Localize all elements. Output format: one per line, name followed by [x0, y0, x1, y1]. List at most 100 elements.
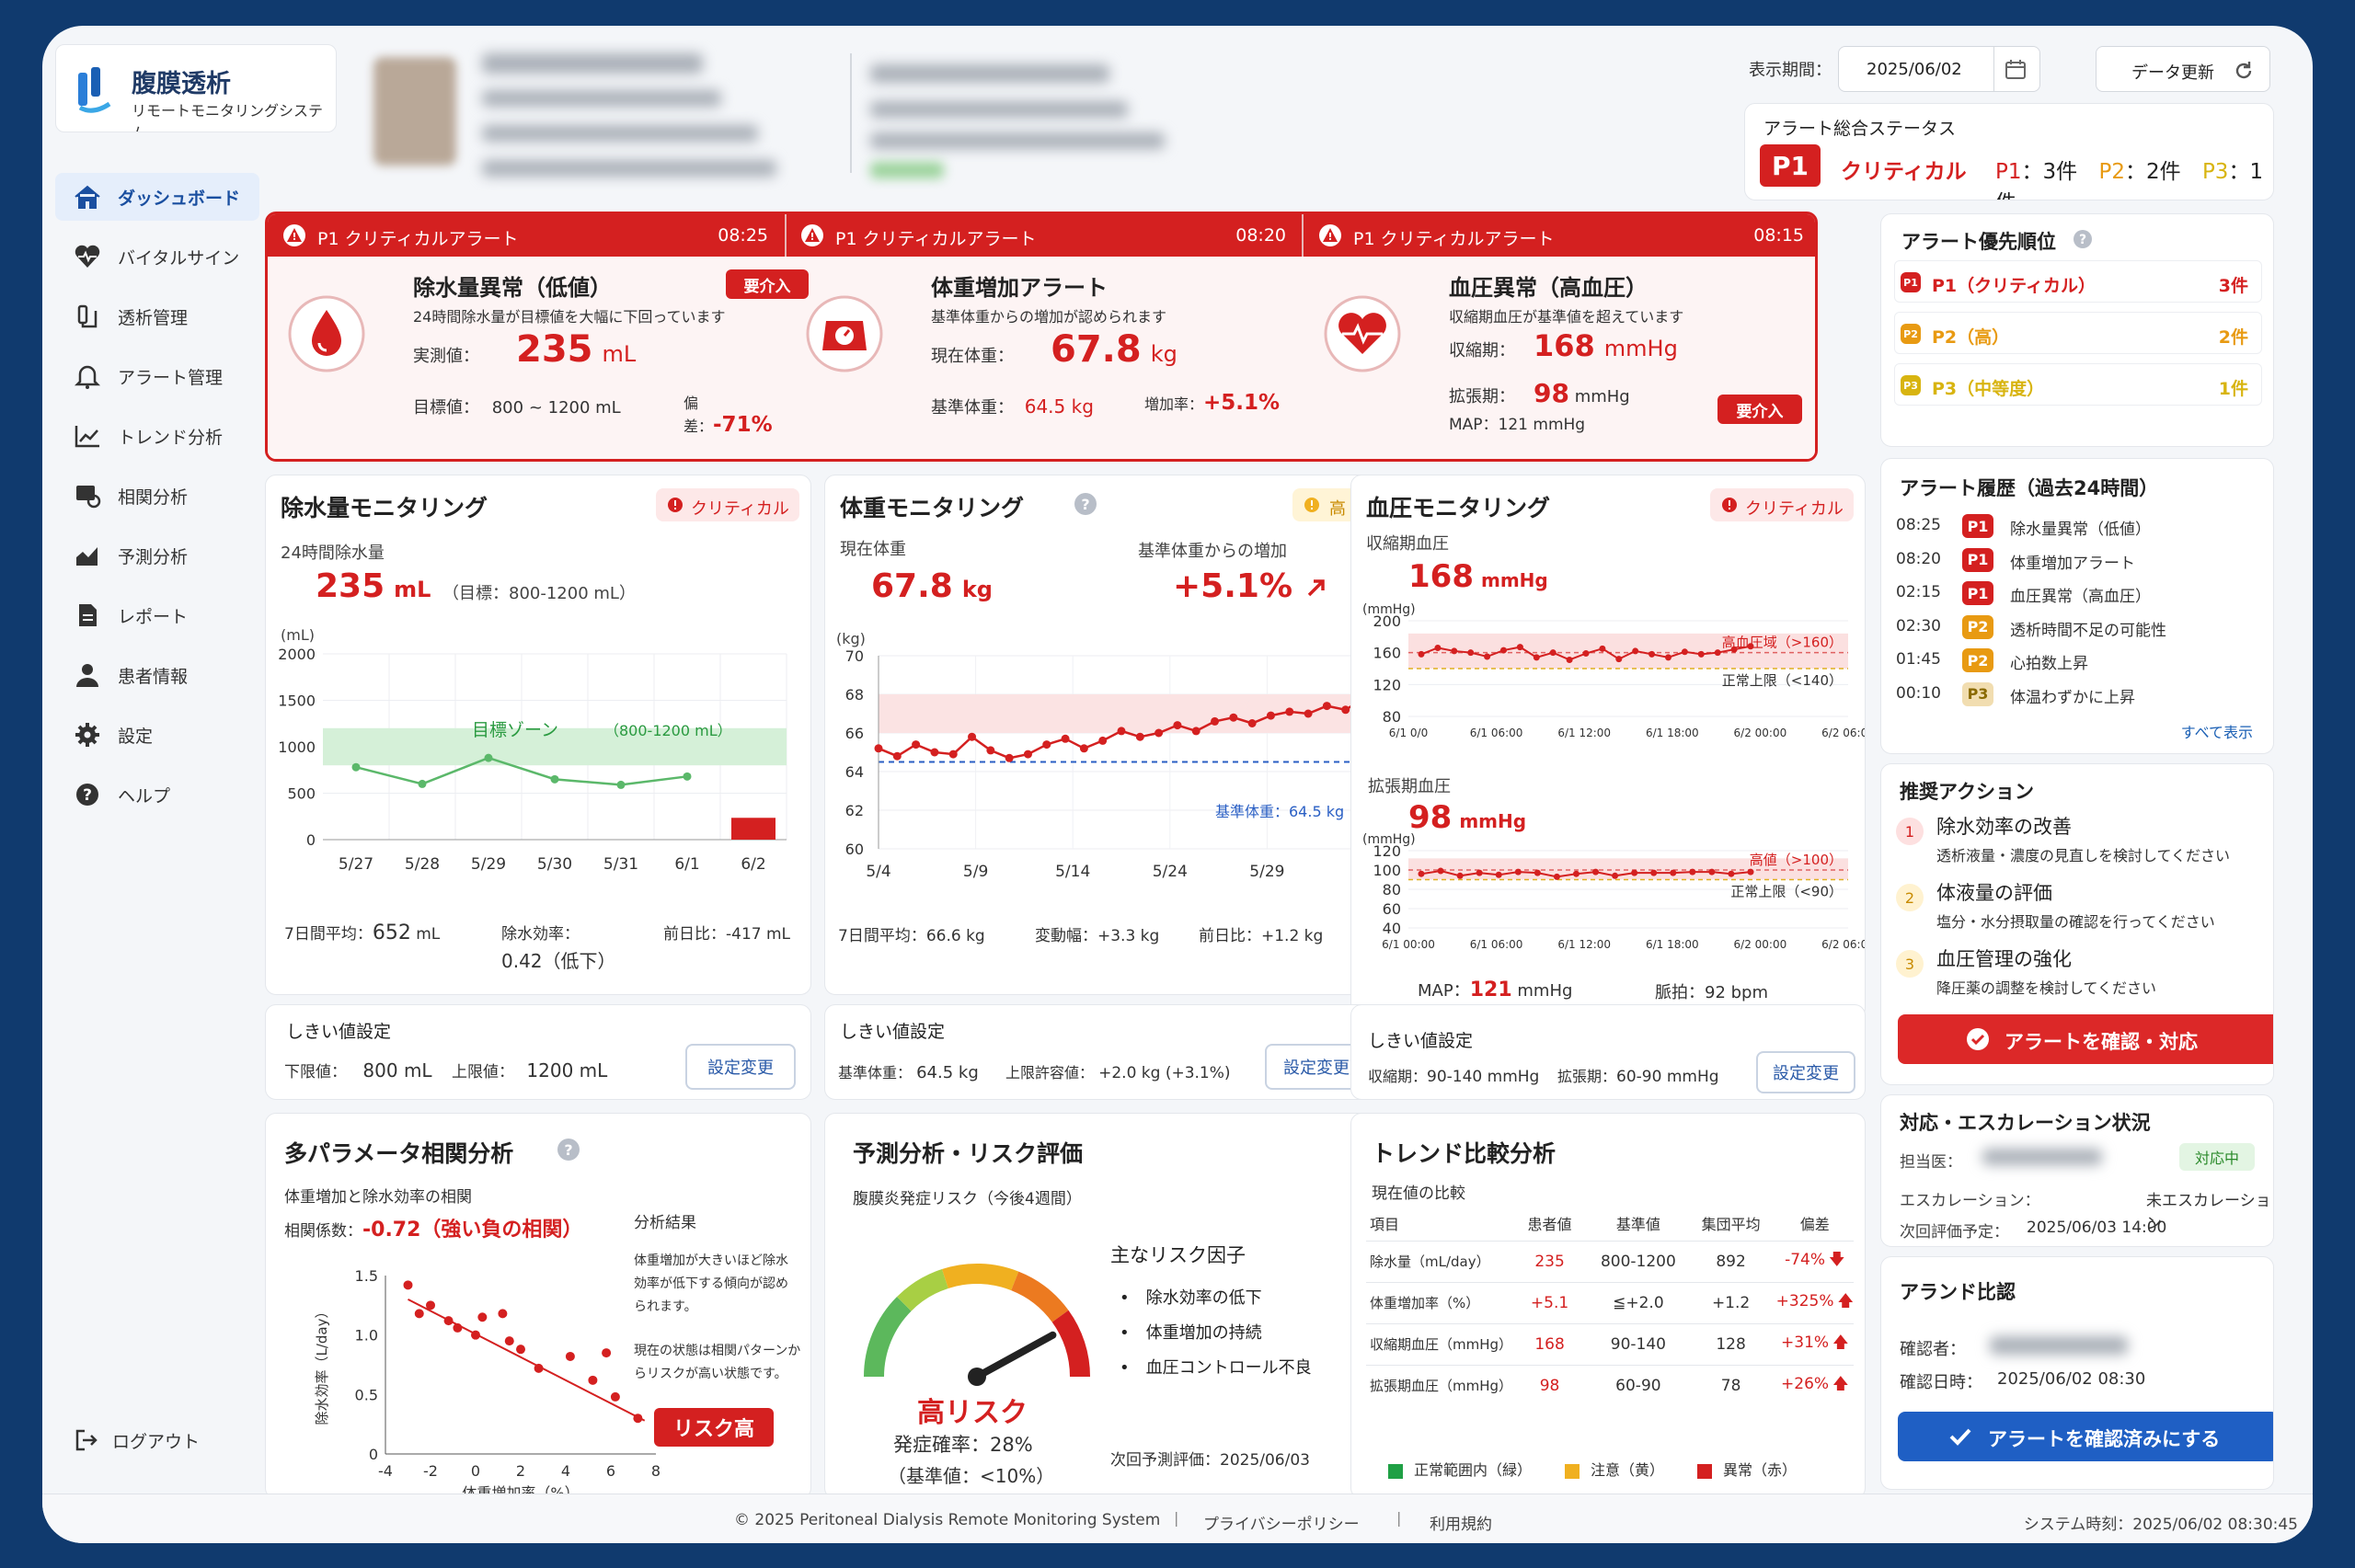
history-row[interactable]: 08:25 P1 除水量異常（低値） [1896, 512, 2260, 540]
sidebar-item-report[interactable]: レポート [55, 591, 259, 639]
priority-row[interactable]: P2 P2（高） 2件 [1894, 312, 2262, 354]
mark-confirmed-button[interactable]: アラートを確認済みにする [1898, 1412, 2273, 1461]
confirm-respond-button[interactable]: アラートを確認・対応 [1898, 1014, 2273, 1064]
weight-avg: 7日間平均：66.6 kg [838, 927, 985, 945]
escalation-status-badge: 対応中 [2179, 1143, 2255, 1171]
action-desc: 透析液量・濃度の見直しを検討してください [1936, 847, 2231, 864]
bp-diastolic-chart: (mmHg)406080100120 高値（>100）正常上限（<90）6/1 0… [1362, 832, 1865, 951]
trend-cell: 78 [1720, 1376, 1741, 1395]
show-all-link[interactable]: すべて表示 [2181, 720, 2253, 742]
y-tick-label: 60 [845, 841, 864, 858]
sidebar-item-vitals[interactable]: バイタルサイン [55, 233, 259, 280]
sidebar-item-help[interactable]: ? ヘルプ [55, 771, 259, 818]
gear-icon [75, 723, 99, 747]
trend-row: 拡張期血圧（mmHg） 98 60-90 78 +26% 🡅 [1366, 1365, 1854, 1406]
gauge-hub [968, 1368, 986, 1386]
sidebar-item-dialysis[interactable]: 透析管理 [55, 292, 259, 340]
check-icon [1949, 1428, 1971, 1446]
period-picker[interactable]: 2025/06/02 [1838, 46, 2040, 92]
scatter-point [504, 1336, 514, 1346]
calendar-icon [2005, 60, 2026, 79]
sidebar-item-settings[interactable]: 設定 [55, 711, 259, 759]
threshold-title: しきい値設定 [840, 1022, 946, 1042]
risk-factor-item: • 体重増加の持続 [1120, 1323, 1262, 1343]
alert-history-card: アラート履歴（過去24時間） 08:25 P1 除水量異常（低値） 08:20 P1 体重… [1880, 458, 2274, 754]
sidebar-item-forecast[interactable]: 予測分析 [55, 532, 259, 579]
weight-point [1098, 736, 1108, 745]
bp-point [1451, 647, 1458, 655]
history-row[interactable]: 00:10 P3 体温わずかに上昇 [1896, 681, 2260, 708]
risk-base: （基準値：<10%） [888, 1465, 1055, 1487]
weight-monitoring-card: 体重モニタリング ? 高 現在体重 67.8 kg 基準体重からの増加 +5.1%… [824, 475, 1380, 995]
corr-coef: 相関係数：-0.72（強い負の相関） [284, 1219, 583, 1242]
bp-point [1514, 868, 1522, 876]
bp-point [1484, 653, 1491, 660]
confirmation-card: アランド比認 確認者： 確認日時： 2025/06/02 08:30 アラートを… [1880, 1256, 2274, 1490]
corr-title: 多パラメータ相関分析 [284, 1140, 514, 1167]
y-tick-label: 64 [845, 763, 864, 781]
history-text: 体温わずかに上昇 [2010, 688, 2135, 707]
period-value: 2025/06/02 [1867, 60, 1962, 79]
trend-header-cell: 偏差 [1799, 1215, 1830, 1233]
priority-label: P2（高） [1932, 327, 2010, 348]
sidebar-item-correlation[interactable]: 相関分析 [55, 472, 259, 520]
history-row[interactable]: 08:20 P1 体重増加アラート [1896, 546, 2260, 574]
uf-value: 235 mL [316, 567, 431, 605]
history-row[interactable]: 02:30 P2 透析時間不足の可能性 [1896, 613, 2260, 641]
uf-title: 除水量モニタリング [281, 495, 488, 521]
footer: © 2025 Peritoneal Dialysis Remote Monito… [42, 1494, 2313, 1543]
action-number: 2 [1896, 884, 1924, 911]
privacy-link[interactable]: プライバシーポリシー [1203, 1511, 1360, 1534]
home-icon [75, 185, 100, 209]
y-tick-label: 0.5 [355, 1386, 378, 1403]
alert-title: 血圧異常（高血圧） [1449, 275, 1648, 301]
recommended-actions-card: 推奨アクション 1 除水効率の改善 透析液量・濃度の見直しを検討してください 2 体液量… [1880, 763, 2274, 1085]
trend-cell: 90-140 [1610, 1334, 1666, 1354]
trend-comparison-card: トレンド比較分析 現在値の比較 項目 患者値 基準値 集団平均 偏差 除水量（mL/day… [1350, 1113, 1866, 1499]
alert-map: MAP：121 mmHg [1449, 416, 1586, 434]
bp-point [1456, 872, 1464, 879]
priority-row[interactable]: P3 P3（中等度） 1件 [1894, 363, 2262, 406]
priority-row[interactable]: P1 P1（クリティカル） 3件 [1894, 260, 2262, 303]
weight-point [968, 732, 977, 741]
sidebar-item-trends[interactable]: トレンド分析 [55, 412, 259, 460]
weight-point [1135, 732, 1144, 741]
x-tick-label: 6/1 06:00 [1470, 727, 1523, 739]
y-tick-label: 70 [845, 647, 864, 665]
uf-threshold-change-button[interactable]: 設定変更 [685, 1044, 796, 1090]
y-tick-label: 500 [287, 785, 316, 803]
trend-line [408, 1298, 646, 1422]
logout-button[interactable]: ログアウト [55, 1416, 259, 1464]
bp-threshold-change-button[interactable]: 設定変更 [1756, 1051, 1855, 1093]
history-row[interactable]: 01:45 P2 心拍数上昇 [1896, 647, 2260, 674]
corr-risk-badge: リスク高 [654, 1408, 774, 1447]
bp-point [1650, 869, 1658, 876]
weight-title: 体重モニタリング [840, 495, 1025, 521]
alert-column[interactable]: P1 クリティカルアラート 08:25 除水量異常（低値） 24時間除水量が目標値を大… [268, 214, 809, 459]
sidebar-item-patient[interactable]: 患者情報 [55, 651, 259, 699]
y-tick-label: 120 [1373, 842, 1401, 860]
y-tick-label: 1.0 [355, 1327, 378, 1345]
doctor-name-blurred [1982, 1149, 2102, 1165]
svg-text:?: ? [2079, 233, 2086, 247]
bp-point [1599, 645, 1606, 652]
correlation-card: 多パラメータ相関分析 ? 体重増加と除水効率の相関 相関係数：-0.72（強い負… [265, 1113, 811, 1499]
trend-table: 項目 患者値 基準値 集団平均 偏差 除水量（mL/day） 235 800-1200 892 -… [1366, 1206, 1854, 1406]
alert-column[interactable]: P1 クリティカルアラート 08:15 血圧異常（高血圧） 収縮期血圧が基準値を超えて… [1304, 214, 1815, 459]
help-icon: ? [1074, 493, 1097, 515]
history-tag: P2 [1962, 648, 1993, 672]
sidebar-item-alerts[interactable]: アラート管理 [55, 352, 259, 400]
sidebar-item-dashboard[interactable]: ダッシュボード [55, 173, 259, 221]
risk-level: 高リスク [917, 1397, 1028, 1429]
gauge-segment [897, 1269, 949, 1311]
uf-point [683, 772, 692, 781]
terms-link[interactable]: 利用規約 [1430, 1511, 1492, 1534]
alert-header-label: P1 クリティカルアラート [1353, 229, 1555, 249]
scatter-point [602, 1348, 612, 1358]
refresh-button[interactable]: データ更新 [2096, 46, 2270, 92]
weight-point [1042, 740, 1051, 750]
weight-point [1023, 750, 1032, 759]
history-row[interactable]: 02:15 P1 血圧異常（高血圧） [1896, 579, 2260, 607]
alert-column[interactable]: P1 クリティカルアラート 08:20 体重増加アラート 基準体重からの増加が認められ… [786, 214, 1303, 459]
gauge-needle [973, 1331, 1057, 1380]
